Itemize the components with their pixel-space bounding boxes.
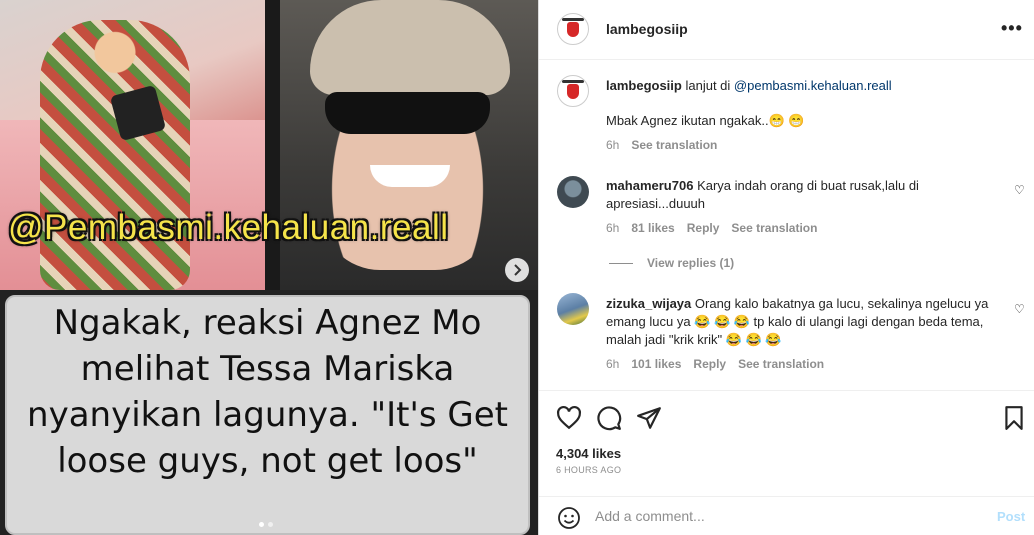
- caption-meta: 6h See translation: [606, 138, 717, 152]
- comment-time[interactable]: 6h: [606, 357, 619, 371]
- avatar[interactable]: [557, 293, 589, 325]
- comments-list: lambegosiip lanjut di @pembasmi.kehaluan…: [539, 61, 1034, 391]
- smile: [370, 165, 450, 187]
- heart-icon[interactable]: ♡: [1014, 183, 1025, 197]
- comment-likes[interactable]: 101 likes: [631, 357, 681, 371]
- media-caption: Ngakak, reaksi Agnez Mo melihat Tessa Ma…: [27, 303, 508, 481]
- sunglasses: [325, 92, 490, 134]
- caption-line: lambegosiip lanjut di @pembasmi.kehaluan…: [606, 77, 996, 95]
- carousel-dots: [259, 522, 273, 527]
- instagram-post-view: @Pembasmi.kehaluan.reall Ngakak, reaksi …: [0, 0, 1034, 535]
- posted-time[interactable]: 6 HOURS AGO: [556, 465, 621, 475]
- comment-username[interactable]: zizuka_wijaya: [606, 296, 691, 311]
- bookmark-icon[interactable]: [1001, 405, 1027, 431]
- presenter-figure: [40, 20, 190, 290]
- comment-text: zizuka_wijaya Orang kalo bakatnya ga luc…: [606, 295, 996, 349]
- comment-meta: 6h 101 likes Reply See translation: [606, 357, 824, 371]
- more-horizontal-icon[interactable]: •••: [1001, 18, 1023, 39]
- view-replies-label: View replies (1): [647, 256, 735, 270]
- comment-time[interactable]: 6h: [606, 221, 619, 235]
- reply-button[interactable]: Reply: [687, 221, 720, 235]
- carousel-dot: [268, 522, 273, 527]
- see-translation-button[interactable]: See translation: [738, 357, 824, 371]
- avatar[interactable]: [557, 176, 589, 208]
- see-translation-button[interactable]: See translation: [731, 221, 817, 235]
- chevron-right-icon[interactable]: [505, 258, 529, 282]
- action-bar: 4,304 likes 6 HOURS AGO: [539, 390, 1034, 490]
- reply-button[interactable]: Reply: [693, 357, 726, 371]
- comment-username[interactable]: mahameru706: [606, 178, 693, 193]
- add-comment-input[interactable]: [595, 505, 975, 527]
- replies-line: [609, 262, 633, 264]
- heart-icon[interactable]: ♡: [1014, 302, 1025, 316]
- post-media[interactable]: @Pembasmi.kehaluan.reall Ngakak, reaksi …: [0, 0, 538, 535]
- watermark-handle: @Pembasmi.kehaluan.reall: [8, 208, 449, 247]
- comment-meta: 6h 81 likes Reply See translation: [606, 221, 817, 235]
- caption-prefix: lanjut di: [685, 78, 731, 93]
- caption-time[interactable]: 6h: [606, 138, 619, 152]
- header-username[interactable]: lambegosiip: [606, 21, 688, 37]
- add-comment-bar: Post: [539, 496, 1034, 535]
- send-icon[interactable]: [636, 405, 662, 431]
- post-header: lambegosiip •••: [539, 0, 1034, 60]
- view-replies-button[interactable]: View replies (1): [609, 256, 734, 270]
- carousel-dot-active: [259, 522, 264, 527]
- post-sidebar: lambegosiip ••• lambegosiip lanjut di @p…: [538, 0, 1034, 535]
- comment-text: mahameru706 Karya indah orang di buat ru…: [606, 177, 996, 213]
- caption-text: Mbak Agnez ikutan ngakak..😁 😁: [606, 113, 805, 128]
- caption-username[interactable]: lambegosiip: [606, 78, 682, 93]
- avatar[interactable]: [557, 75, 589, 107]
- post-button[interactable]: Post: [997, 509, 1025, 524]
- likes-count[interactable]: 4,304 likes: [556, 446, 621, 461]
- heart-icon[interactable]: [556, 405, 582, 431]
- avatar[interactable]: [557, 13, 589, 45]
- smiley-icon[interactable]: [557, 506, 581, 530]
- beanie: [310, 0, 510, 95]
- see-translation-button[interactable]: See translation: [631, 138, 717, 152]
- comment-likes[interactable]: 81 likes: [631, 221, 674, 235]
- comment-icon[interactable]: [596, 405, 622, 431]
- caption-mention-link[interactable]: @pembasmi.kehaluan.reall: [734, 78, 892, 93]
